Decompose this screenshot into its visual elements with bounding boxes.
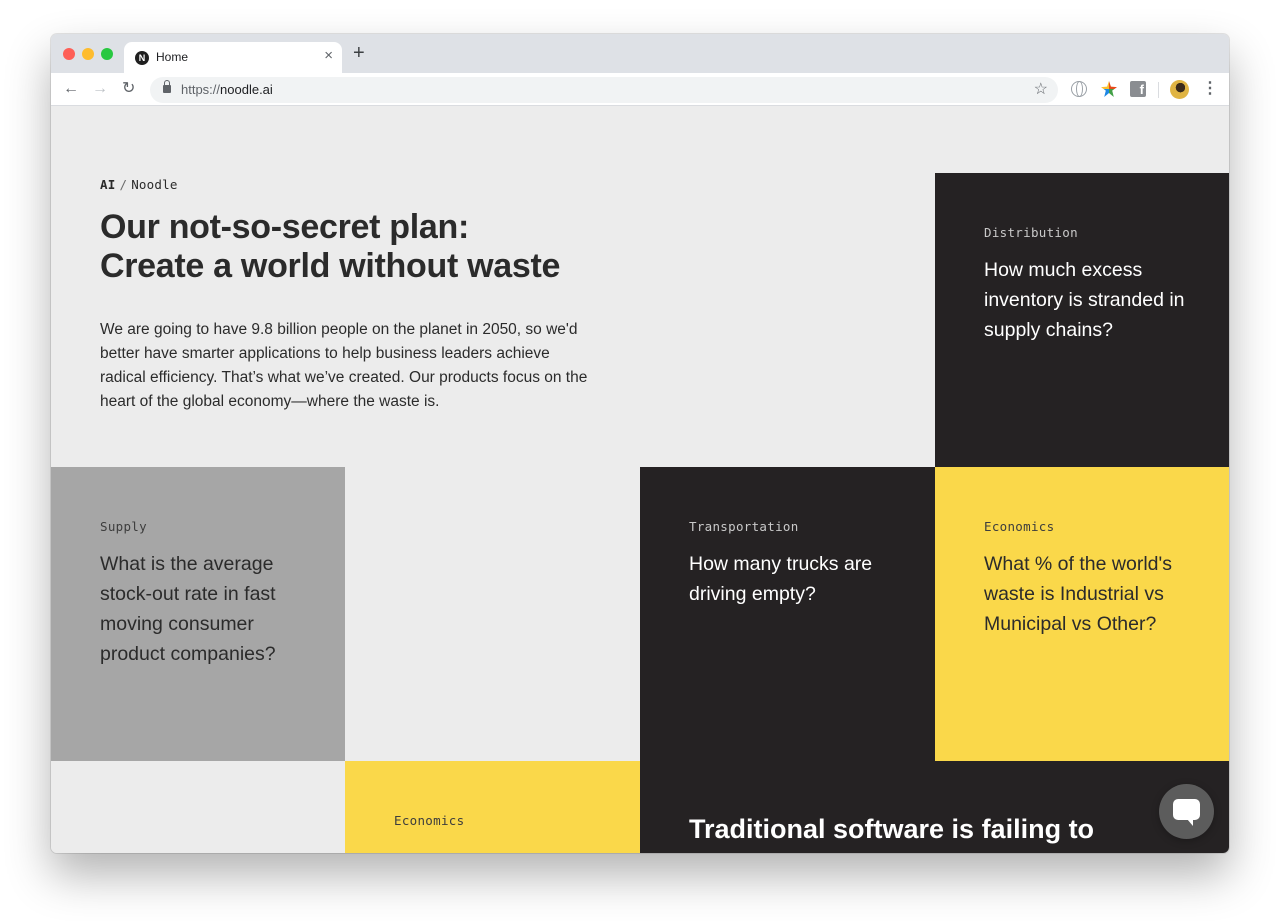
- section-heading: Traditional software is failing to: [689, 814, 1095, 844]
- card-transportation[interactable]: Transportation How many trucks are drivi…: [640, 467, 935, 761]
- title-line-1: Our not-so-secret plan:: [100, 208, 470, 246]
- card-question: How many trucks are driving empty?: [689, 553, 873, 605]
- card-label: Supply: [100, 519, 147, 534]
- card-supply[interactable]: Supply What is the average stock-out rat…: [51, 467, 345, 761]
- puzzle-extension-icon[interactable]: [1101, 81, 1117, 97]
- card-economics-2[interactable]: Economics: [345, 761, 640, 853]
- card-question: How much excess inventory is stranded in…: [984, 259, 1185, 341]
- facebook-icon[interactable]: f: [1130, 81, 1146, 97]
- back-button[interactable]: ←: [63, 79, 79, 99]
- card-label: Distribution: [984, 225, 1078, 240]
- card-label: Economics: [394, 813, 465, 828]
- url-host: noodle.ai: [220, 82, 273, 97]
- breadcrumb-root[interactable]: AI: [100, 177, 115, 192]
- page-title: Our not-so-secret plan: Create a world w…: [100, 208, 660, 286]
- tab-title: Home: [156, 50, 189, 64]
- lock-icon[interactable]: [163, 80, 171, 93]
- card-label: Economics: [984, 519, 1055, 534]
- url-text[interactable]: https://noodle.ai: [181, 82, 273, 97]
- card-economics[interactable]: Economics What % of the world's waste is…: [935, 467, 1229, 761]
- zoom-window-button[interactable]: [101, 48, 113, 60]
- page-content: AI / Noodle Our not-so-secret plan: Create…: [51, 107, 1229, 853]
- intro-paragraph: We are going to have 9.8 billion people …: [100, 321, 588, 410]
- profile-avatar[interactable]: [1170, 80, 1189, 99]
- url-scheme: https://: [181, 82, 221, 97]
- minimize-window-button[interactable]: [82, 48, 94, 60]
- card-label: Transportation: [689, 519, 799, 534]
- chat-button[interactable]: [1159, 784, 1214, 839]
- section-heading-block: Traditional software is failing to: [640, 761, 1229, 853]
- new-tab-button[interactable]: +: [353, 43, 365, 63]
- globe-icon[interactable]: [1071, 81, 1087, 97]
- close-window-button[interactable]: [63, 48, 75, 60]
- title-line-2: Create a world without waste: [100, 247, 561, 285]
- close-tab-icon[interactable]: ×: [324, 48, 333, 64]
- card-question: What % of the world's waste is Industria…: [984, 553, 1172, 635]
- browser-window: N Home × + ← → ↻ https://noodle.ai ☆ f ⋮…: [51, 34, 1229, 853]
- breadcrumb-current: Noodle: [131, 177, 178, 192]
- breadcrumb-separator: /: [119, 177, 128, 192]
- browser-toolbar: ← → ↻ https://noodle.ai ☆ f ⋮: [51, 73, 1229, 106]
- reload-button[interactable]: ↻: [122, 79, 135, 99]
- card-distribution[interactable]: Distribution How much excess inventory i…: [935, 173, 1229, 467]
- bookmark-star-icon[interactable]: ☆: [1034, 80, 1048, 100]
- toolbar-divider: [1158, 82, 1159, 98]
- address-bar[interactable]: https://noodle.ai ☆: [150, 77, 1058, 103]
- chat-bubble-icon: [1173, 799, 1200, 826]
- breadcrumb: AI / Noodle: [100, 177, 178, 192]
- card-question: What is the average stock-out rate in fa…: [100, 553, 276, 665]
- tab-strip: N Home × +: [51, 34, 1229, 73]
- noodle-favicon-icon: N: [135, 51, 149, 65]
- tab-home[interactable]: N Home ×: [124, 42, 342, 73]
- forward-button[interactable]: →: [92, 79, 108, 99]
- browser-menu-icon[interactable]: ⋮: [1202, 79, 1218, 99]
